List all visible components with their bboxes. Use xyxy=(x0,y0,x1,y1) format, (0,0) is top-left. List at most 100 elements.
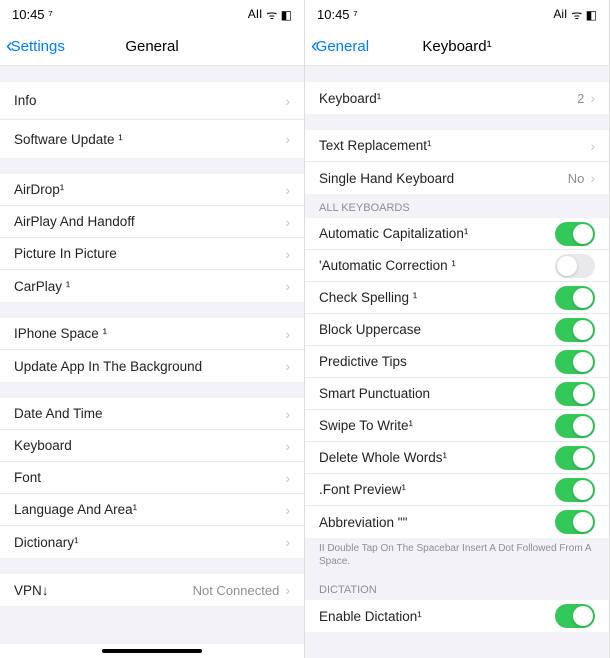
row-value: Not Connected xyxy=(193,583,280,598)
back-button[interactable]: ‹ General xyxy=(305,35,369,58)
group-vpn: VPN↓Not Connected› xyxy=(0,574,304,606)
group-toggles: Automatic Capitalization¹ 'Automatic Corr… xyxy=(305,218,609,538)
chevron-right-icon: › xyxy=(285,93,290,109)
row-label: Block Uppercase xyxy=(319,322,421,337)
group-airplay: AirDrop¹›AirPlay And Handoff›Picture In … xyxy=(0,174,304,302)
toggle-row[interactable]: Abbreviation "" xyxy=(305,506,609,538)
list-row[interactable]: CarPlay ¹ › xyxy=(0,270,304,302)
content-scroll[interactable]: Keyboard¹2› Text Replacement¹›Single Han… xyxy=(305,66,609,658)
toggle-switch[interactable] xyxy=(555,254,595,278)
row-label: Predictive Tips xyxy=(319,354,407,369)
chevron-right-icon: › xyxy=(285,438,290,454)
group-locale: Date And Time›Keyboard›Font›Language And… xyxy=(0,398,304,558)
back-label: General xyxy=(316,38,369,55)
list-row[interactable]: Keyboard› xyxy=(0,430,304,462)
content-scroll[interactable]: Info›Software Update ¹› AirDrop¹›AirPlay… xyxy=(0,66,304,644)
toggle-row[interactable]: Check Spelling ¹ xyxy=(305,282,609,314)
toggle-row[interactable]: .Font Preview¹ xyxy=(305,474,609,506)
status-time: 10:45 ⁷ xyxy=(12,7,53,22)
list-row[interactable]: VPN↓Not Connected› xyxy=(0,574,304,606)
row-label: Smart Punctuation xyxy=(319,386,430,401)
list-row[interactable]: Software Update ¹ › xyxy=(0,120,304,158)
row-label: VPN↓ xyxy=(14,583,49,598)
toggle-switch[interactable] xyxy=(555,510,595,534)
toggle-enable-dictation[interactable] xyxy=(555,604,595,628)
toggle-switch[interactable] xyxy=(555,350,595,374)
list-row[interactable]: Info › xyxy=(0,82,304,120)
toggle-switch[interactable] xyxy=(555,446,595,470)
row-label: 'Automatic Correction ¹ xyxy=(319,258,456,273)
list-row[interactable]: Text Replacement¹› xyxy=(305,130,609,162)
toggle-switch[interactable] xyxy=(555,382,595,406)
chevron-right-icon: › xyxy=(285,246,290,262)
toggle-row[interactable]: Predictive Tips xyxy=(305,346,609,378)
section-footer-spacebar: II Double Tap On The Spacebar Insert A D… xyxy=(305,538,609,576)
row-value: 2 xyxy=(577,91,584,106)
list-row[interactable]: IPhone Space ¹ › xyxy=(0,318,304,350)
chevron-right-icon: › xyxy=(285,326,290,342)
toggle-switch[interactable] xyxy=(555,318,595,342)
row-label: Text Replacement¹ xyxy=(319,138,432,153)
toggle-switch[interactable] xyxy=(555,478,595,502)
row-label: Language And Area¹ xyxy=(14,502,137,517)
row-label: IPhone Space ¹ xyxy=(14,326,107,341)
row-enable-dictation[interactable]: Enable Dictation¹ xyxy=(305,600,609,632)
toggle-row[interactable]: Swipe To Write¹ xyxy=(305,410,609,442)
toggle-switch[interactable] xyxy=(555,286,595,310)
row-label: Delete Whole Words¹ xyxy=(319,450,447,465)
row-label: AirPlay And Handoff xyxy=(14,214,135,229)
toggle-switch[interactable] xyxy=(555,414,595,438)
toggle-row[interactable]: Block Uppercase xyxy=(305,314,609,346)
group-storage: IPhone Space ¹›Update App In The Backgro… xyxy=(0,318,304,382)
group-dictation: Enable Dictation¹ xyxy=(305,600,609,632)
chevron-right-icon: › xyxy=(285,534,290,550)
list-row[interactable]: Dictionary¹› xyxy=(0,526,304,558)
row-label: Software Update ¹ xyxy=(14,132,123,147)
back-button[interactable]: ‹ Settings xyxy=(0,35,65,58)
group-keyboards: Keyboard¹2› xyxy=(305,82,609,114)
list-row[interactable]: AirPlay And Handoff › xyxy=(0,206,304,238)
chevron-right-icon: › xyxy=(285,278,290,294)
nav-bar: ‹ General Keyboard¹ xyxy=(305,28,609,66)
home-bar[interactable] xyxy=(102,649,202,653)
status-time: 10:45 ⁷ xyxy=(317,7,358,22)
row-label: Date And Time xyxy=(14,406,103,421)
list-row[interactable]: Font› xyxy=(0,462,304,494)
chevron-right-icon: › xyxy=(285,358,290,374)
list-row[interactable]: Single Hand Keyboard No › xyxy=(305,162,609,194)
row-label: Single Hand Keyboard xyxy=(319,171,454,186)
keyboard-settings-panel: 10:45 ⁷ AiI ᯤ ◧ ‹ General Keyboard¹ Keyb… xyxy=(305,0,610,658)
back-label: Settings xyxy=(11,38,65,55)
row-label: Abbreviation "" xyxy=(319,515,407,530)
row-label: Update App In The Background xyxy=(14,359,202,374)
chevron-right-icon: › xyxy=(285,214,290,230)
group-info: Info › Software Update ¹ › xyxy=(0,82,304,158)
toggle-row[interactable]: 'Automatic Correction ¹ xyxy=(305,250,609,282)
home-indicator xyxy=(0,644,304,658)
chevron-right-icon: › xyxy=(285,131,290,147)
row-label: AirDrop¹ xyxy=(14,182,64,197)
section-header-dictation: DICTATION xyxy=(305,576,609,600)
status-bar: 10:45 ⁷ AII ᯤ ◧ xyxy=(0,0,304,28)
list-row[interactable]: Update App In The Background › xyxy=(0,350,304,382)
toggle-row[interactable]: Automatic Capitalization¹ xyxy=(305,218,609,250)
nav-title: General xyxy=(125,38,178,55)
chevron-right-icon: › xyxy=(590,170,595,186)
list-row[interactable]: Keyboard¹2› xyxy=(305,82,609,114)
row-label: .Font Preview¹ xyxy=(319,482,406,497)
chevron-right-icon: › xyxy=(285,470,290,486)
list-row[interactable]: Picture In Picture› xyxy=(0,238,304,270)
row-label: Check Spelling ¹ xyxy=(319,290,417,305)
list-row[interactable]: AirDrop¹› xyxy=(0,174,304,206)
toggle-switch[interactable] xyxy=(555,222,595,246)
row-label: CarPlay ¹ xyxy=(14,279,70,294)
status-icons: AII ᯤ ◧ xyxy=(248,6,292,23)
row-label: Enable Dictation¹ xyxy=(319,609,422,624)
list-row[interactable]: Language And Area¹› xyxy=(0,494,304,526)
list-row[interactable]: Date And Time› xyxy=(0,398,304,430)
toggle-row[interactable]: Delete Whole Words¹ xyxy=(305,442,609,474)
toggle-row[interactable]: Smart Punctuation xyxy=(305,378,609,410)
status-bar: 10:45 ⁷ AiI ᯤ ◧ xyxy=(305,0,609,28)
row-value: No xyxy=(568,171,585,186)
row-label: Info xyxy=(14,93,37,108)
